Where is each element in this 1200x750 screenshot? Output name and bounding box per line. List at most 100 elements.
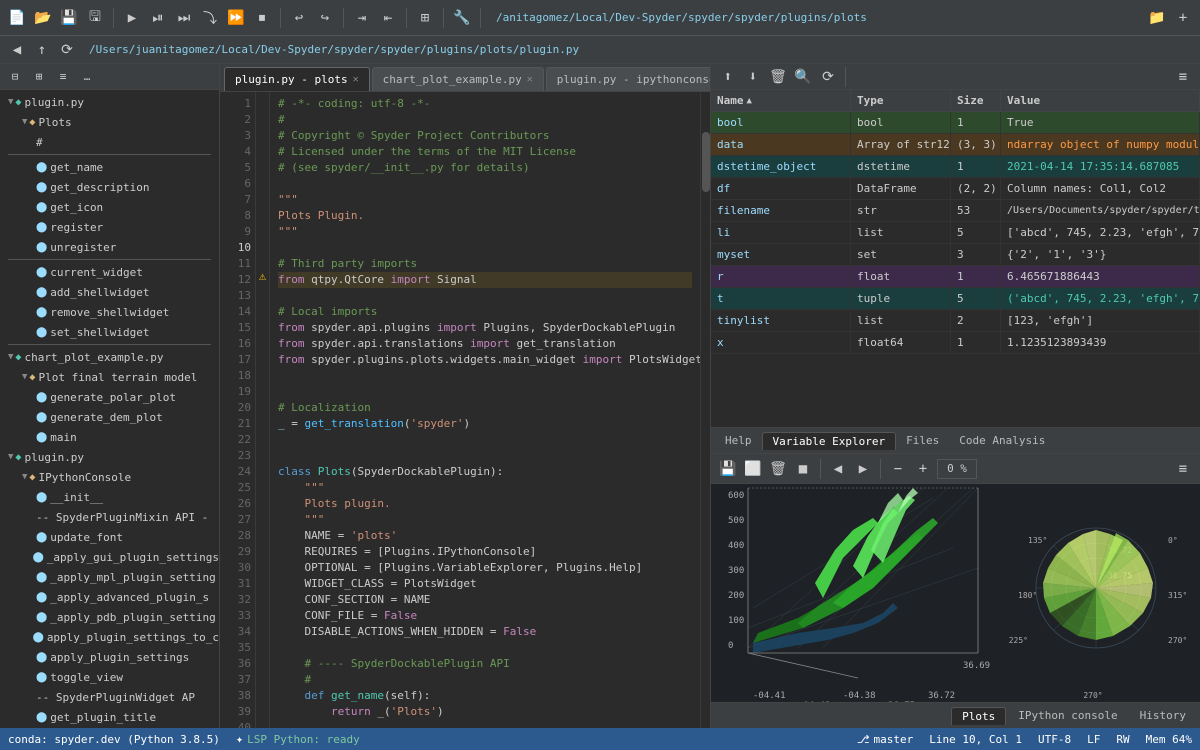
tree-plugin-widget[interactable]: -- SpyderPluginWidget AP	[0, 687, 219, 707]
tab-code-analysis[interactable]: Code Analysis	[949, 432, 1055, 449]
plot-save-icon[interactable]: 💾	[717, 458, 739, 480]
tab-variable-explorer[interactable]: Variable Explorer	[762, 432, 897, 450]
var-row-data[interactable]: data Array of str128 (3, 3) ndarray obje…	[711, 134, 1200, 156]
sync-icon[interactable]: ⟳	[56, 39, 78, 61]
var-export-icon[interactable]: ⬇	[742, 66, 764, 88]
plot-zoom-in-icon[interactable]: +	[912, 458, 934, 480]
tree-ipython-folder[interactable]: ▼ ◆ IPythonConsole	[0, 467, 219, 487]
plot-copy-icon[interactable]: ⬜	[742, 458, 764, 480]
tree-remove-shellwidget[interactable]: ⬤ remove_shellwidget	[0, 302, 219, 322]
code-editor[interactable]: # -*- coding: utf-8 -*- # # Copyright © …	[270, 92, 700, 728]
tab-plugin-ipython[interactable]: plugin.py - ipythonconsole ✕	[546, 67, 710, 91]
back-icon[interactable]: ◀	[6, 39, 28, 61]
redo-icon[interactable]: ↪	[314, 7, 336, 29]
tools-icon[interactable]: 🔧	[451, 7, 473, 29]
step-into-icon[interactable]: ⤵	[199, 7, 221, 29]
step-icon[interactable]: ⏭	[173, 7, 195, 29]
tab-plugin-plots[interactable]: plugin.py - plots ✕	[224, 67, 370, 91]
tree-toggle-view[interactable]: ⬤ toggle_view	[0, 667, 219, 687]
tree-register[interactable]: ⬤ register	[0, 217, 219, 237]
col-value[interactable]: Value	[1001, 90, 1200, 111]
tree-file-plugin[interactable]: ▼ ◆ plugin.py	[0, 92, 219, 112]
tree-apply-settings-c[interactable]: ⬤ apply_plugin_settings_to_c	[0, 627, 219, 647]
var-remove-icon[interactable]: 🗑	[767, 66, 789, 88]
tab-help[interactable]: Help	[715, 432, 762, 449]
outdent-icon[interactable]: ⇤	[377, 7, 399, 29]
var-row-tinylist[interactable]: tinylist list 2 [123, 'efgh']	[711, 310, 1200, 332]
tree-update-font[interactable]: ⬤ update_font	[0, 527, 219, 547]
tree-plugin-title[interactable]: ⬤ get_plugin_title	[0, 707, 219, 727]
scrollbar-thumb[interactable]	[702, 132, 710, 192]
tree-chart-file[interactable]: ▼ ◆ chart_plot_example.py	[0, 347, 219, 367]
var-row-df[interactable]: df DataFrame (2, 2) Column names: Col1, …	[711, 178, 1200, 200]
plot-next-icon[interactable]: ▶	[852, 458, 874, 480]
tree-apply-adv[interactable]: ⬤ _apply_advanced_plugin_s	[0, 587, 219, 607]
ellipsis-icon[interactable]: …	[76, 66, 98, 88]
var-row-myset[interactable]: myset set 3 {'2', '1', '3'}	[711, 244, 1200, 266]
tree-init[interactable]: ⬤ __init__	[0, 487, 219, 507]
tab-plots[interactable]: Plots	[951, 707, 1006, 725]
var-row-datetime[interactable]: dstetime_object dstetime 1 2021-04-14 17…	[711, 156, 1200, 178]
var-row-t[interactable]: t tuple 5 ('abcd', 745, 2.23, 'efgh', 70…	[711, 288, 1200, 310]
var-import-icon[interactable]: ⬆	[717, 66, 739, 88]
tree-get-name[interactable]: ⬤ get_name	[0, 157, 219, 177]
filter-icon[interactable]: ≡	[52, 66, 74, 88]
tree-main[interactable]: ⬤ main	[0, 427, 219, 447]
save-icon[interactable]: 💾	[58, 7, 80, 29]
var-row-x[interactable]: x float64 1 1.1235123893439	[711, 332, 1200, 354]
var-row-li[interactable]: li list 5 ['abcd', 745, 2.23, 'efgh', 70…	[711, 222, 1200, 244]
tree-add-shellwidget[interactable]: ⬤ add_shellwidget	[0, 282, 219, 302]
tab-close-icon[interactable]: ✕	[527, 74, 533, 85]
col-size[interactable]: Size	[951, 90, 1001, 111]
tree-get-icon[interactable]: ⬤ get_icon	[0, 197, 219, 217]
tree-unregister[interactable]: ⬤ unregister	[0, 237, 219, 257]
stop-icon[interactable]: ⏹	[251, 7, 273, 29]
tree-apply-pdb[interactable]: ⬤ _apply_pdb_plugin_setting	[0, 607, 219, 627]
tab-ipython-console[interactable]: IPython console	[1008, 707, 1127, 724]
debug-icon[interactable]: ⏯	[147, 7, 169, 29]
editor-scrollbar[interactable]	[700, 92, 710, 728]
tree-plugin-mixin[interactable]: -- SpyderPluginMixin API -	[0, 507, 219, 527]
plot-menu-icon[interactable]: ≡	[1172, 458, 1194, 480]
add-icon[interactable]: +	[1172, 7, 1194, 29]
tree-plugin2[interactable]: ▼ ◆ plugin.py	[0, 447, 219, 467]
tree-gen-dem[interactable]: ⬤ generate_dem_plot	[0, 407, 219, 427]
tab-files[interactable]: Files	[896, 432, 949, 449]
undo-icon[interactable]: ↩	[288, 7, 310, 29]
tree-current-widget[interactable]: ⬤ current_widget	[0, 262, 219, 282]
var-row-bool[interactable]: bool bool 1 True	[711, 112, 1200, 134]
tree-hash[interactable]: #	[0, 132, 219, 152]
toggle-layout-icon[interactable]: ⊞	[414, 7, 436, 29]
var-refresh-icon[interactable]: ⟳	[817, 66, 839, 88]
new-file-icon[interactable]: 📄	[6, 7, 28, 29]
indent-icon[interactable]: ⇥	[351, 7, 373, 29]
tree-apply-settings[interactable]: ⬤ apply_plugin_settings	[0, 647, 219, 667]
run-icon[interactable]: ▶	[121, 7, 143, 29]
save-all-icon[interactable]: 🖫	[84, 7, 106, 29]
tree-plots-folder[interactable]: ▼ ◆ Plots	[0, 112, 219, 132]
plot-delete-icon[interactable]: 🗑	[767, 458, 789, 480]
tree-gen-polar[interactable]: ⬤ generate_polar_plot	[0, 387, 219, 407]
continue-icon[interactable]: ⏩	[225, 7, 247, 29]
open-file-icon[interactable]: 📂	[32, 7, 54, 29]
var-row-r[interactable]: r float 1 6.465671886443	[711, 266, 1200, 288]
tree-apply-mpl[interactable]: ⬤ _apply_mpl_plugin_setting	[0, 567, 219, 587]
tab-close-icon[interactable]: ✕	[353, 74, 359, 85]
tree-plot-terrain[interactable]: ▼ ◆ Plot final terrain model	[0, 367, 219, 387]
tab-chart[interactable]: chart_plot_example.py ✕	[372, 67, 544, 91]
col-name[interactable]: Name ▲	[711, 90, 851, 111]
col-type[interactable]: Type	[851, 90, 951, 111]
plot-prev-icon[interactable]: ◀	[827, 458, 849, 480]
tree-set-shellwidget[interactable]: ⬤ set_shellwidget	[0, 322, 219, 342]
tree-get-description[interactable]: ⬤ get_description	[0, 177, 219, 197]
var-search-icon[interactable]: 🔍	[792, 66, 814, 88]
plot-zoom-out-icon[interactable]: −	[887, 458, 909, 480]
tree-apply-gui[interactable]: ⬤ _apply_gui_plugin_settings	[0, 547, 219, 567]
plot-stop-icon[interactable]: ■	[792, 458, 814, 480]
collapse-all-icon[interactable]: ⊟	[4, 66, 26, 88]
up-dir-icon[interactable]: ↑	[31, 39, 53, 61]
var-menu-icon[interactable]: ≡	[1172, 66, 1194, 88]
expand-all-icon[interactable]: ⊞	[28, 66, 50, 88]
tab-history[interactable]: History	[1130, 707, 1196, 724]
browse-icon[interactable]: 📁	[1146, 7, 1168, 29]
